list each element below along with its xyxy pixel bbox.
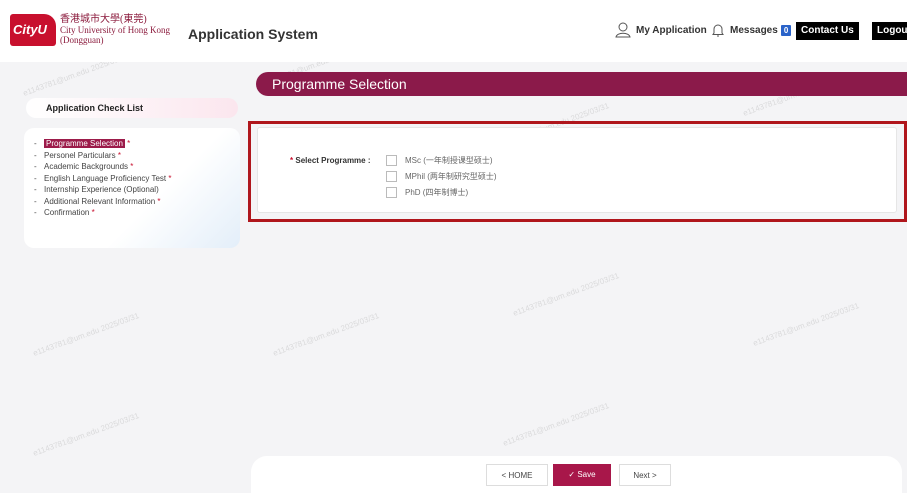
- logo-cn: 香港城市大學(東莞): [60, 14, 147, 25]
- my-application-label: My Application: [636, 24, 707, 36]
- checklist-item-additional-info[interactable]: - Additional Relevant Information *: [34, 196, 240, 208]
- app-title: Application System: [188, 26, 318, 42]
- chevron-right-icon: >: [652, 471, 657, 480]
- highlight-frame: [248, 121, 907, 222]
- cityu-logo-mark: CityU: [10, 14, 56, 46]
- watermark: e1143781@um.edu 2025/03/31: [501, 401, 611, 448]
- watermark: e1143781@um.edu 2025/03/31: [271, 311, 381, 358]
- watermark: e1143781@um.edu 2025/03/31: [511, 271, 621, 318]
- checklist-item-programme-selection[interactable]: - Programme Selection *: [34, 138, 240, 150]
- top-header: CityU 香港城市大學(東莞) City University of Hong…: [0, 0, 907, 62]
- watermark: e1143781@um.edu 2025/03/31: [31, 311, 141, 358]
- my-application-link[interactable]: My Application: [614, 22, 707, 38]
- checklist-panel: - Programme Selection * - Personel Particu…: [24, 128, 240, 248]
- checklist-item-confirmation[interactable]: - Confirmation *: [34, 207, 240, 219]
- check-icon: ✓: [568, 470, 576, 479]
- cityu-logo[interactable]: CityU 香港城市大學(東莞) City University of Hong…: [10, 14, 170, 46]
- checklist-item-internship[interactable]: - Internship Experience (Optional): [34, 184, 240, 196]
- logo-sub: (Dongguan): [60, 35, 104, 45]
- logo-text: 香港城市大學(東莞) City University of Hong Kong …: [60, 14, 170, 46]
- checklist-item-english-proficiency[interactable]: - English Language Proficiency Test *: [34, 173, 240, 185]
- save-button[interactable]: ✓ Save: [553, 464, 611, 486]
- messages-link[interactable]: Messages 0: [710, 22, 792, 38]
- watermark: e1143781@um.edu 2025/03/31: [751, 301, 861, 348]
- next-button[interactable]: Next >: [619, 464, 671, 486]
- action-bar: < HOME ✓ Save Next >: [251, 456, 902, 493]
- checklist-item-academic-backgrounds[interactable]: - Academic Backgrounds *: [34, 161, 240, 173]
- checklist-title: Application Check List: [26, 98, 238, 118]
- chevron-left-icon: <: [501, 471, 507, 480]
- user-icon: [615, 22, 631, 38]
- home-button[interactable]: < HOME: [486, 464, 548, 486]
- messages-label: Messages: [730, 24, 778, 36]
- checklist-item-personel-particulars[interactable]: - Personel Particulars *: [34, 150, 240, 162]
- logout-button[interactable]: Logout: [872, 22, 907, 40]
- page-title: Programme Selection: [256, 72, 907, 96]
- messages-count-badge: 0: [780, 24, 792, 36]
- watermark: e1143781@um.edu 2025/03/31: [31, 411, 141, 458]
- contact-us-button[interactable]: Contact Us: [796, 22, 859, 40]
- bell-icon: [712, 24, 724, 37]
- logo-en: City University of Hong Kong: [60, 25, 170, 35]
